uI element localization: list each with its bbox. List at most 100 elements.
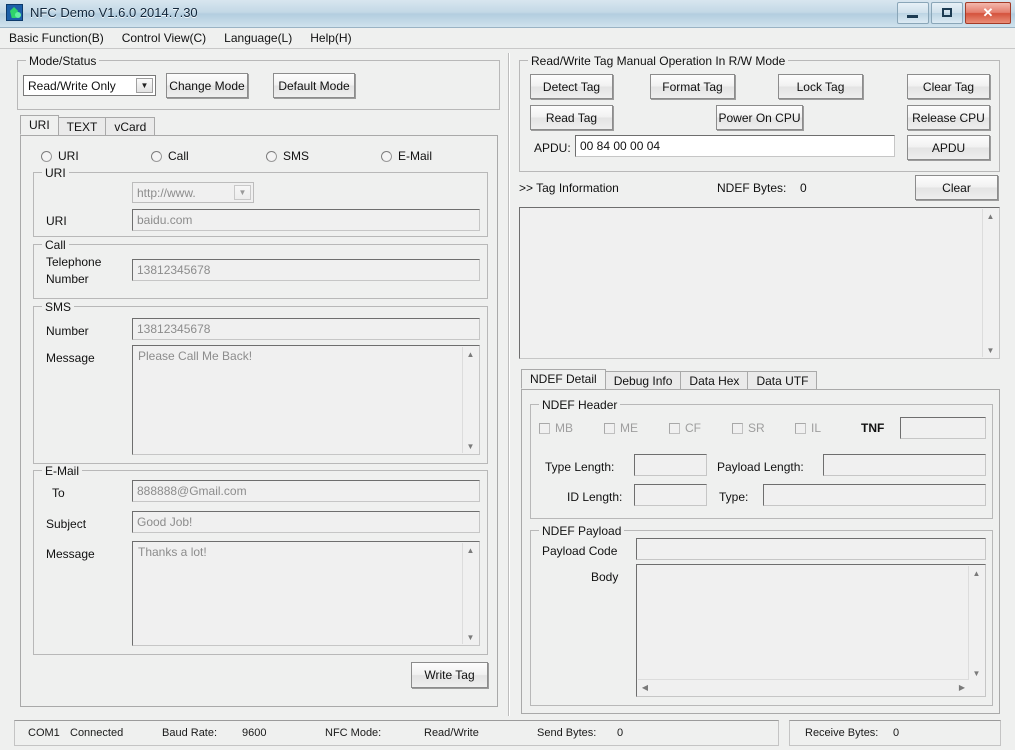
email-message-label: Message [46,547,95,561]
power-on-cpu-button[interactable]: Power On CPU [716,105,803,130]
uri-scheme-select[interactable]: http://www. ▼ [132,182,254,203]
tab-vcard[interactable]: vCard [105,117,156,135]
id-length-label: ID Length: [567,490,623,504]
email-message-textarea[interactable]: Thanks a lot! ▲ ▼ [132,541,480,646]
lock-tag-button[interactable]: Lock Tag [778,74,863,99]
tnf-label: TNF [861,421,885,435]
telephone-number-input[interactable]: 13812345678 [132,259,480,281]
email-group-legend: E-Mail [42,464,83,478]
payload-body-hscrollbar[interactable]: ◀ ▶ [638,679,969,695]
maximize-button[interactable] [931,2,963,24]
read-tag-button[interactable]: Read Tag [530,105,613,130]
sms-group: SMS Number 13812345678 Message Please Ca… [33,300,488,464]
sms-message-scrollbar[interactable]: ▲ ▼ [462,347,478,453]
ndef-header-group: NDEF Header MB ME CF SR IL TNF Type Leng… [530,398,993,519]
tab-ndef-detail[interactable]: NDEF Detail [521,369,606,389]
tag-information-output[interactable]: ▲ ▼ [519,207,1000,359]
ndef-bytes-value: 0 [800,181,807,195]
checkbox-me[interactable]: ME [604,421,669,435]
clear-tag-button[interactable]: Clear Tag [907,74,990,99]
scroll-up-icon[interactable]: ▲ [969,566,984,580]
format-tag-button[interactable]: Format Tag [650,74,735,99]
menu-bar: Basic Function(B) Control View(C) Langua… [0,28,1015,49]
scroll-down-icon[interactable]: ▼ [983,343,998,357]
scroll-left-icon[interactable]: ◀ [638,680,652,695]
uri-group-legend: URI [42,166,69,180]
tab-data-hex[interactable]: Data Hex [680,371,749,389]
radio-call-label: Call [168,149,189,163]
scroll-down-icon[interactable]: ▼ [969,666,984,680]
nfc-demo-window: NFC Demo V1.6.0 2014.7.30 ✕ Basic Functi… [0,0,1015,750]
checkbox-il[interactable]: IL [795,421,855,435]
apdu-label: APDU: [534,141,571,155]
menu-item-language[interactable]: Language(L) [215,29,301,47]
tnf-input[interactable] [900,417,986,439]
write-tag-button[interactable]: Write Tag [411,662,488,688]
clear-log-button[interactable]: Clear [915,175,998,200]
radio-call-dot [151,150,162,162]
content-area: Mode/Status Read/Write Only ▼ Change Mod… [0,49,1015,716]
telephone-number-label-line1: Telephone [46,255,102,269]
scroll-up-icon[interactable]: ▲ [983,209,998,223]
scroll-down-icon[interactable]: ▼ [463,630,478,644]
type-label: Type: [719,490,749,504]
manual-operation-legend: Read/Write Tag Manual Operation In R/W M… [528,54,789,68]
email-to-input[interactable]: 888888@Gmail.com [132,480,480,502]
scroll-right-icon[interactable]: ▶ [955,680,969,695]
telephone-number-label-line2: Number [46,272,89,286]
radio-uri-dot [41,150,52,162]
type-length-input[interactable] [634,454,707,476]
scroll-down-icon[interactable]: ▼ [463,439,478,453]
default-mode-button[interactable]: Default Mode [273,73,355,98]
menu-item-help[interactable]: Help(H) [301,29,360,47]
checkbox-mb[interactable]: MB [539,421,604,435]
status-pane-left [14,720,779,746]
payload-code-input[interactable] [636,538,986,560]
radio-uri[interactable]: URI [41,149,151,163]
type-length-label: Type Length: [545,460,615,474]
scroll-up-icon[interactable]: ▲ [463,543,478,557]
chevron-down-icon: ▼ [234,185,251,200]
minimize-button[interactable] [897,2,929,24]
payload-body-vscrollbar[interactable]: ▲ ▼ [968,566,984,680]
release-cpu-button[interactable]: Release CPU [907,105,990,130]
ndef-detail-panel: NDEF Header MB ME CF SR IL TNF Type Leng… [521,389,1000,714]
tag-information-scrollbar[interactable]: ▲ ▼ [982,209,998,357]
radio-sms[interactable]: SMS [266,149,381,163]
tab-debug-info[interactable]: Debug Info [604,371,682,389]
payload-body-textarea[interactable]: ▲ ▼ ◀ ▶ [636,564,986,697]
window-controls: ✕ [897,2,1011,24]
email-message-scrollbar[interactable]: ▲ ▼ [462,543,478,644]
email-subject-label: Subject [46,517,87,531]
id-length-input[interactable] [634,484,707,506]
checkbox-sr-label: SR [748,421,765,435]
checkbox-sr[interactable]: SR [732,421,795,435]
tab-text[interactable]: TEXT [57,117,107,135]
tab-uri[interactable]: URI [20,115,59,135]
change-mode-button[interactable]: Change Mode [166,73,248,98]
close-button[interactable]: ✕ [965,2,1011,24]
mode-select[interactable]: Read/Write Only ▼ [23,75,156,96]
radio-uri-label: URI [58,149,79,163]
radio-email-label: E-Mail [398,149,433,163]
apdu-input[interactable]: 00 84 00 00 04 [575,135,895,157]
email-subject-input[interactable]: Good Job! [132,511,480,533]
manual-operation-group: Read/Write Tag Manual Operation In R/W M… [519,54,1000,172]
scroll-up-icon[interactable]: ▲ [463,347,478,361]
status-baud-rate-value: 9600 [242,727,267,739]
sms-number-input[interactable]: 13812345678 [132,318,480,340]
uri-input[interactable]: baidu.com [132,209,480,231]
detect-tag-button[interactable]: Detect Tag [530,74,613,99]
sms-message-textarea[interactable]: Please Call Me Back! ▲ ▼ [132,345,480,455]
radio-email[interactable]: E-Mail [381,149,481,163]
type-input[interactable] [763,484,986,506]
tab-data-utf[interactable]: Data UTF [747,371,818,389]
uri-scheme-value: http://www. [137,185,196,200]
radio-sms-label: SMS [283,149,310,163]
payload-length-input[interactable] [823,454,986,476]
checkbox-cf[interactable]: CF [669,421,732,435]
apdu-button[interactable]: APDU [907,135,990,160]
radio-call[interactable]: Call [151,149,266,163]
menu-item-control-view[interactable]: Control View(C) [113,29,215,47]
menu-item-basic-function[interactable]: Basic Function(B) [0,29,113,47]
